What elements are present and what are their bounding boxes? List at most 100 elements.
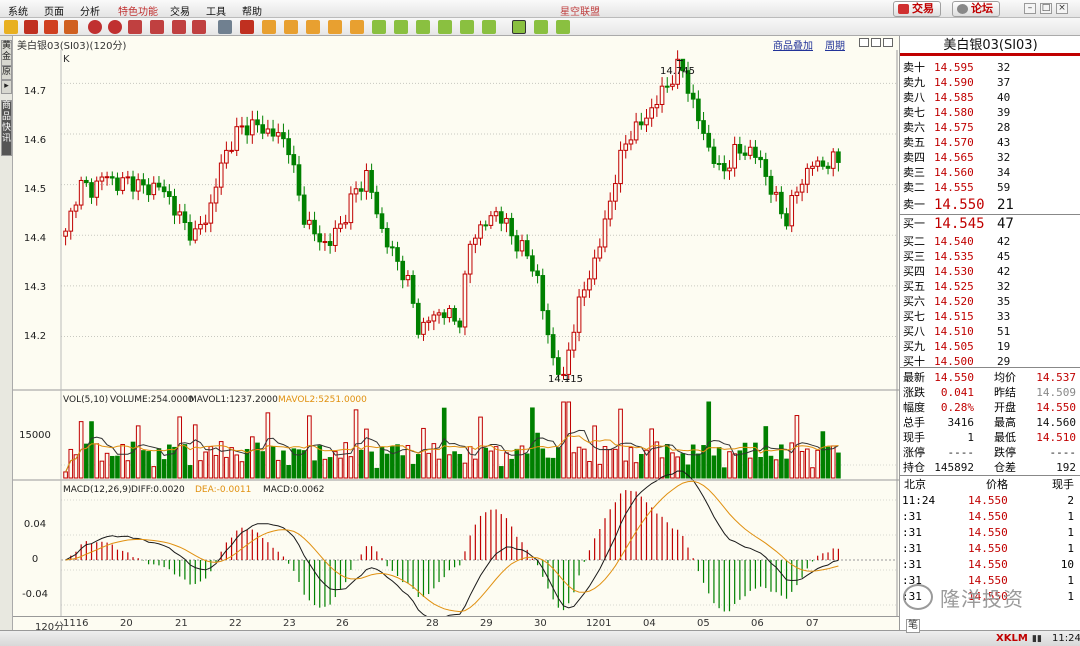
period-5-icon[interactable]	[350, 20, 364, 34]
bid-row[interactable]: 买七 14.515 33	[902, 309, 1080, 324]
bid-row[interactable]: 买三 14.535 45	[902, 249, 1080, 264]
period-6-icon[interactable]	[372, 20, 386, 34]
restore-icon[interactable]	[883, 38, 893, 47]
stat-row[interactable]: 涨停 ---- 跌停 ----	[902, 445, 1080, 460]
draw-icon[interactable]	[150, 20, 164, 34]
menu-trade[interactable]: 交易	[170, 3, 190, 18]
candle-body	[125, 176, 131, 179]
menu-features[interactable]: 特色功能	[118, 3, 158, 18]
period-week-icon[interactable]	[556, 20, 570, 34]
forum-button[interactable]: 论坛	[952, 1, 1000, 17]
bid-price: 14.525	[934, 280, 974, 293]
tick-row[interactable]: :31 14.550 10	[902, 557, 1080, 573]
wechat-icon	[903, 584, 933, 610]
bid-row[interactable]: 买八 14.510 51	[902, 324, 1080, 339]
candle-body	[820, 160, 826, 167]
tab-expand[interactable]: ▸	[1, 80, 12, 94]
chart-svg[interactable]: K 14.7 14.6 14.5 14.4 14.3 14.2 14.745 1…	[13, 50, 899, 616]
ask-row[interactable]: 卖二 14.555 59	[902, 180, 1080, 195]
period-8-icon[interactable]	[416, 20, 430, 34]
bid-row[interactable]: 买一 14.545 47	[902, 214, 1080, 234]
period-9-icon[interactable]	[438, 20, 452, 34]
ask-row[interactable]: 卖八 14.585 40	[902, 90, 1080, 105]
home-icon[interactable]	[24, 20, 38, 34]
volume-bar	[664, 444, 670, 479]
ask-row[interactable]: 卖一 14.550 21	[902, 195, 1080, 215]
chart-icon[interactable]	[64, 20, 78, 34]
filter-icon[interactable]	[192, 20, 206, 34]
volume-bar	[597, 463, 603, 479]
maximize-icon[interactable]: □	[1040, 3, 1052, 14]
ask-row[interactable]: 卖三 14.560 34	[902, 165, 1080, 180]
zoom-out-icon[interactable]	[108, 20, 122, 34]
bid-row[interactable]: 买九 14.505 19	[902, 339, 1080, 354]
period-7-icon[interactable]	[394, 20, 408, 34]
ask-row[interactable]: 卖六 14.575 28	[902, 120, 1080, 135]
minimize-icon[interactable]: –	[1024, 3, 1036, 14]
stat-row[interactable]: 持仓 145892 仓差 192	[902, 460, 1080, 475]
side-button[interactable]: 笔	[906, 619, 920, 633]
close-icon[interactable]: ×	[1056, 3, 1068, 14]
tick-row[interactable]: :31 14.550 1	[902, 541, 1080, 557]
stat-row[interactable]: 涨跌 0.041 昨结 14.509	[902, 385, 1080, 400]
volume-bar	[369, 451, 374, 479]
period-11-icon[interactable]	[482, 20, 496, 34]
stat-label: 幅度	[903, 401, 925, 414]
bid-volume: 51	[997, 325, 1011, 338]
ask-row[interactable]: 卖十 14.595 32	[902, 60, 1080, 75]
ask-row[interactable]: 卖四 14.565 32	[902, 150, 1080, 165]
candle-body	[836, 151, 841, 163]
menu-help[interactable]: 帮助	[242, 3, 262, 18]
zoom-in-icon[interactable]	[88, 20, 102, 34]
ask-row[interactable]: 卖五 14.570 43	[902, 135, 1080, 150]
stat-row[interactable]: 现手 1 最低 14.510	[902, 430, 1080, 445]
dea-line	[65, 480, 839, 613]
ask-volume: 39	[997, 106, 1011, 119]
period-4-icon[interactable]	[328, 20, 342, 34]
expand-icon[interactable]	[871, 38, 881, 47]
ask-row[interactable]: 卖九 14.590 37	[902, 75, 1080, 90]
bid-row[interactable]: 买二 14.540 42	[902, 234, 1080, 249]
trade-button[interactable]: 交易	[893, 1, 941, 17]
menu-analysis[interactable]: 分析	[80, 3, 100, 18]
bid-row[interactable]: 买五 14.525 32	[902, 279, 1080, 294]
table-icon[interactable]	[218, 20, 232, 34]
bid-row[interactable]: 买六 14.520 35	[902, 294, 1080, 309]
tick-row[interactable]: :31 14.550 1	[902, 509, 1080, 525]
period-120-icon[interactable]	[512, 20, 526, 34]
trade-button-label: 交易	[912, 2, 934, 15]
stat-row[interactable]: 幅度 0.28% 开盘 14.550	[902, 400, 1080, 415]
period-3-icon[interactable]	[306, 20, 320, 34]
tick-row[interactable]: :31 14.550 1	[902, 525, 1080, 541]
candle-body	[192, 228, 198, 241]
tab-gold[interactable]: 黄金	[1, 40, 12, 66]
menu-system[interactable]: 系统	[8, 3, 28, 18]
tick-row[interactable]: 11:24 14.550 2	[902, 493, 1080, 509]
ask-row[interactable]: 卖七 14.580 39	[902, 105, 1080, 120]
tick-price: 14.550	[968, 542, 1008, 555]
bid-row[interactable]: 买四 14.530 42	[902, 264, 1080, 279]
period-2-icon[interactable]	[284, 20, 298, 34]
volume-bar	[135, 425, 141, 479]
settings-icon[interactable]	[172, 20, 186, 34]
back-icon[interactable]	[4, 20, 18, 34]
menu-page[interactable]: 页面	[44, 3, 64, 18]
candle-body	[447, 308, 452, 319]
candle-body	[358, 188, 364, 192]
layout-icon[interactable]	[859, 38, 869, 47]
menu-tools[interactable]: 工具	[206, 3, 226, 18]
quote-icon[interactable]	[44, 20, 58, 34]
period-day-icon[interactable]	[534, 20, 548, 34]
period-1-icon[interactable]	[262, 20, 276, 34]
candle-body	[265, 128, 271, 134]
tab-news[interactable]: 商品快讯	[1, 100, 12, 156]
line-chart-icon[interactable]	[240, 20, 254, 34]
tools-icon[interactable]	[128, 20, 142, 34]
candle-body	[519, 240, 525, 252]
volume-bar	[607, 449, 613, 479]
stat-row[interactable]: 最新 14.550 均价 14.537	[902, 370, 1080, 385]
stat-row[interactable]: 总手 3416 最高 14.560	[902, 415, 1080, 430]
tab-source[interactable]: 原	[1, 66, 12, 80]
volume-bar	[493, 446, 499, 479]
period-10-icon[interactable]	[460, 20, 474, 34]
